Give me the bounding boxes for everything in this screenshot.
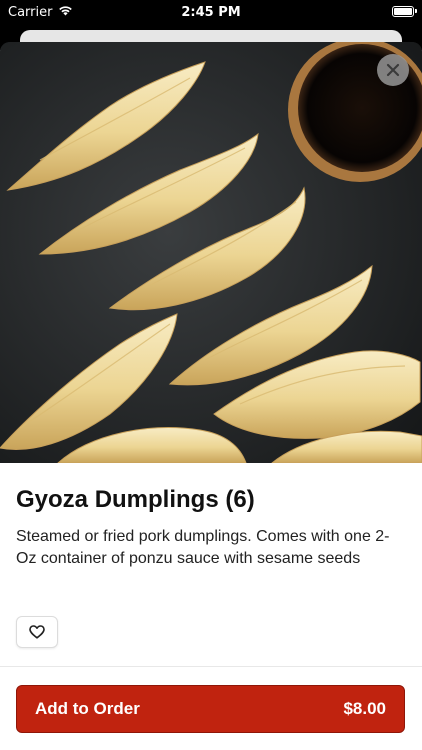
- status-time: 2:45 PM: [181, 4, 241, 20]
- status-bar: Carrier 2:45 PM: [0, 0, 422, 24]
- dumplings-photo-icon: [0, 42, 422, 463]
- close-button[interactable]: [377, 54, 409, 86]
- price-label: $8.00: [343, 699, 386, 718]
- item-photo: [0, 42, 422, 463]
- battery-icon: [392, 6, 417, 17]
- favorite-button[interactable]: [16, 616, 58, 648]
- add-to-order-label: Add to Order: [35, 699, 140, 718]
- item-title: Gyoza Dumplings (6): [16, 486, 255, 513]
- add-to-order-button[interactable]: Add to Order $8.00: [16, 685, 405, 733]
- close-icon: [386, 63, 400, 77]
- heart-icon: [29, 625, 45, 639]
- item-description: Steamed or fried pork dumplings. Comes w…: [16, 528, 390, 567]
- divider: [0, 666, 422, 667]
